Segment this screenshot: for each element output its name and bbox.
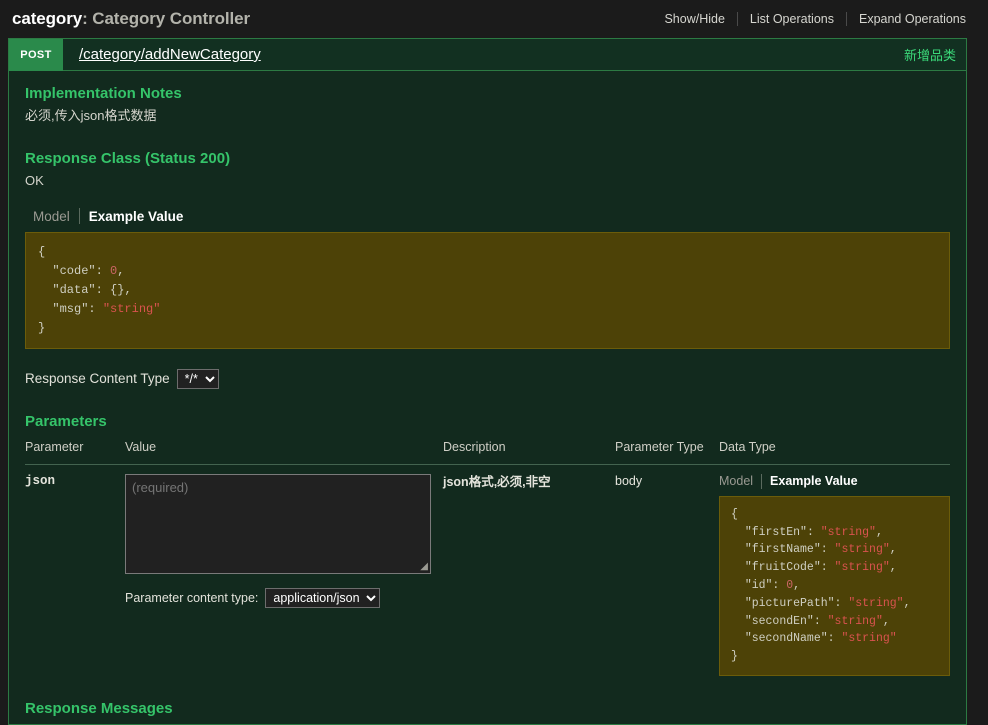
parameter-type: body (615, 473, 643, 488)
resource-name: category (12, 9, 83, 28)
data-type-model-tabs: Model Example Value (719, 473, 950, 489)
resource-header: category: Category Controller Show/Hide … (0, 0, 988, 38)
expand-operations-link[interactable]: Expand Operations (847, 12, 978, 26)
response-example-json: { "code": 0, "data": {}, "msg": "string"… (25, 232, 950, 349)
parameters-table: Parameter Value Description Parameter Ty… (25, 435, 950, 677)
response-content-type-row: Response Content Type */* (25, 368, 950, 389)
operation-path-link[interactable]: /category/addNewCategory (79, 46, 261, 63)
parameter-content-type-row: Parameter content type: application/json (125, 587, 443, 608)
column-header-data-type: Data Type (719, 435, 950, 465)
parameter-content-type-label: Parameter content type: (125, 590, 259, 605)
response-content-type-label: Response Content Type (25, 371, 170, 387)
parameter-value-cell: ◢ Parameter content type: application/js… (125, 464, 443, 676)
column-header-value: Value (125, 435, 443, 465)
column-header-description: Description (443, 435, 615, 465)
tab-model[interactable]: Model (719, 474, 761, 488)
http-method-badge: POST (9, 39, 63, 71)
response-class-heading: Response Class (Status 200) (25, 149, 231, 167)
implementation-notes-heading: Implementation Notes (25, 85, 182, 102)
table-header-row: Parameter Value Description Parameter Ty… (25, 435, 950, 465)
implementation-notes-text: 必须,传入json格式数据 (25, 108, 157, 123)
operation-heading-bar[interactable]: POST /category/addNewCategory 新增品类 (9, 39, 966, 71)
parameters-heading: Parameters (25, 412, 107, 430)
response-class-text: OK (25, 172, 44, 188)
column-header-parameter-type: Parameter Type (615, 435, 719, 465)
json-value-textarea[interactable] (125, 473, 431, 574)
list-operations-link[interactable]: List Operations (738, 12, 846, 26)
resource-subtitle: : Category Controller (82, 9, 250, 28)
tab-model[interactable]: Model (33, 209, 79, 224)
show-hide-link[interactable]: Show/Hide (652, 12, 736, 26)
parameter-description: json格式,必须,非空 (443, 474, 551, 489)
parameter-content-type-select[interactable]: application/json (265, 587, 381, 608)
parameter-data-type-cell: Model Example Value { "firstEn": "string… (719, 464, 950, 677)
model-example-json: { "firstEn": "string", "firstName": "str… (719, 495, 950, 677)
tab-example-value[interactable]: Example Value (80, 209, 184, 224)
page-title: category: Category Controller (12, 9, 250, 29)
column-header-parameter: Parameter (25, 435, 125, 465)
header-links: Show/Hide List Operations Expand Operati… (652, 12, 978, 26)
parameter-name: json (25, 473, 56, 488)
response-content-type-select[interactable]: */* (176, 368, 219, 389)
operation-content: Implementation Notes 必须,传入json格式数据 Respo… (9, 71, 966, 717)
operation-panel: POST /category/addNewCategory 新增品类 Imple… (8, 38, 967, 725)
response-model-tabs: Model Example Value (33, 208, 950, 224)
operation-summary: 新增品类 (903, 48, 956, 63)
response-messages-heading: Response Messages (25, 700, 173, 718)
table-row: json ◢ Parameter content type: applicati… (25, 464, 950, 677)
tab-example-value[interactable]: Example Value (762, 474, 858, 488)
